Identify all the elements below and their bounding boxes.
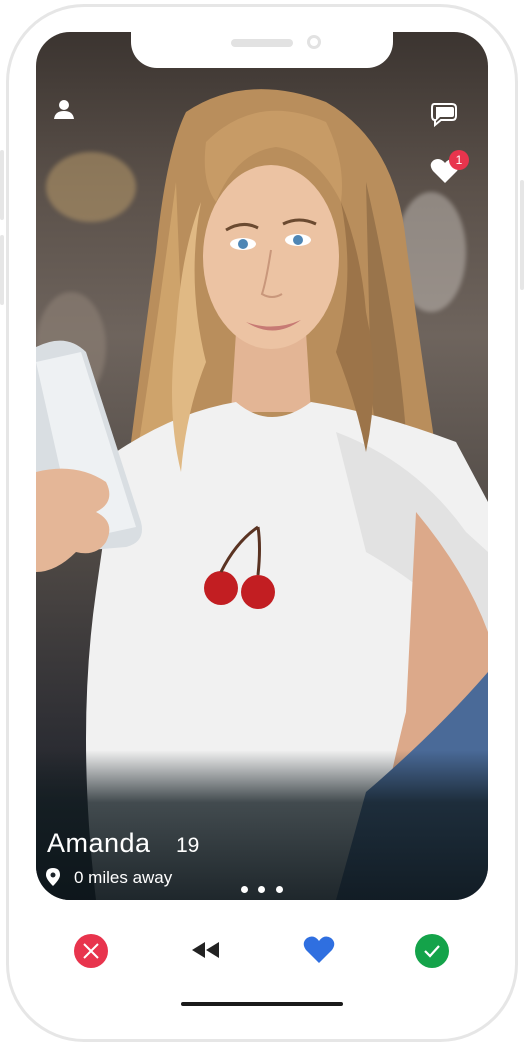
profile-name: Amanda [47,828,151,858]
profile-distance: 0 miles away [74,868,173,887]
phone-notch [131,28,393,68]
profile-age: 19 [176,834,200,857]
rewind-icon [192,942,219,958]
photo-indicator-dot[interactable] [258,886,265,893]
chat-bubbles-icon[interactable] [430,101,460,133]
phone-side-button [0,235,4,305]
phone-side-button [520,180,524,290]
close-icon [74,934,108,968]
rewind-button[interactable] [191,939,221,961]
phone-speaker [231,39,293,47]
photo-indicator-dot[interactable] [276,886,283,893]
person-icon[interactable] [53,98,75,124]
like-button[interactable] [303,936,335,964]
location-pin-icon [46,868,60,890]
photo-indicator-dot[interactable] [241,886,248,893]
phone-side-button [0,150,4,220]
accept-button[interactable] [414,933,450,969]
checkmark-icon [415,934,449,968]
likes-count-badge: 1 [449,150,469,170]
heart-icon [303,936,335,963]
dislike-button[interactable] [73,933,109,969]
home-indicator[interactable] [181,1002,343,1006]
phone-camera [307,35,321,49]
